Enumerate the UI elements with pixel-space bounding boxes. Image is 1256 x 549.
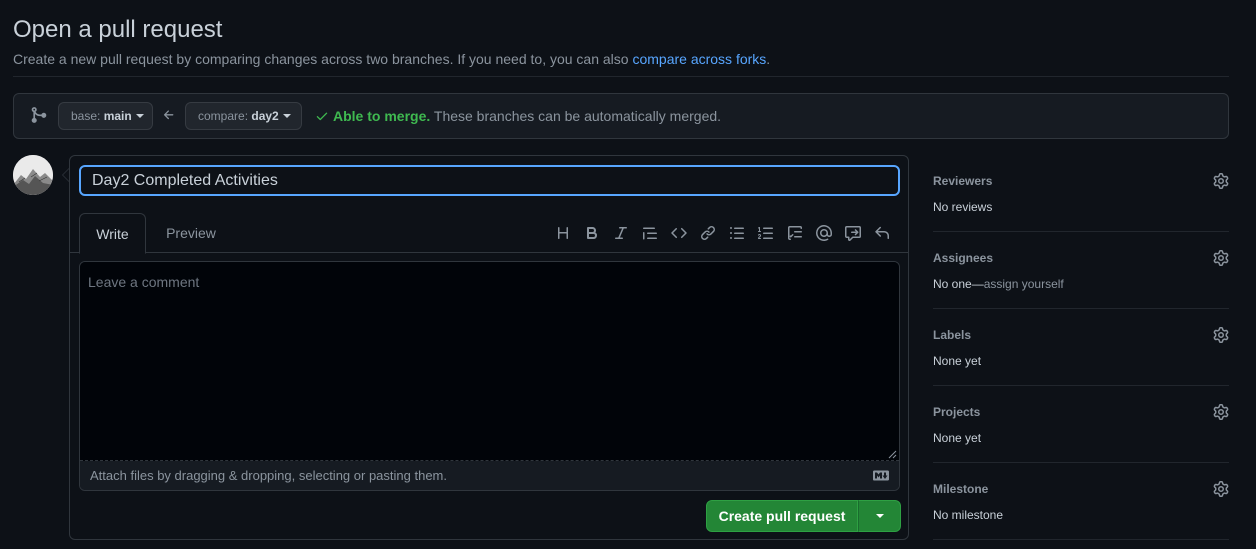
- merge-status: Able to merge. These branches can be aut…: [315, 108, 721, 124]
- assign-yourself-link[interactable]: assign yourself: [984, 277, 1064, 291]
- gear-icon[interactable]: [1213, 250, 1229, 266]
- submit-group: Create pull request: [706, 500, 901, 532]
- sidebar-value: None yet: [933, 354, 981, 368]
- sidebar-value: None yet: [933, 431, 981, 445]
- comment-pointer-inner: [63, 169, 69, 181]
- value-text: No milestone: [933, 508, 1004, 522]
- ordered-list-icon[interactable]: [751, 224, 780, 242]
- gear-icon[interactable]: [1213, 404, 1229, 420]
- page-subtitle: Create a new pull request by comparing c…: [13, 51, 770, 67]
- comment-form: Write Preview Attach files by dragging &…: [69, 155, 909, 540]
- sidebar-heading: Labels: [933, 328, 972, 342]
- pr-sidebar: Reviewers No reviews Assignees No one—as…: [933, 155, 1229, 540]
- editor-tabs: Write Preview: [70, 213, 908, 254]
- value-text: None yet: [933, 354, 982, 368]
- compare-across-forks-link[interactable]: compare across forks: [632, 51, 766, 67]
- heading-icon[interactable]: [548, 224, 577, 242]
- sidebar-projects: Projects None yet: [933, 386, 1229, 463]
- gear-icon[interactable]: [1213, 327, 1229, 343]
- compare-prefix: compare:: [198, 109, 252, 123]
- sidebar-value: No reviews: [933, 200, 992, 214]
- gear-icon[interactable]: [1213, 173, 1229, 189]
- header-divider: [13, 76, 1229, 77]
- arrow-left-icon: [163, 110, 174, 120]
- caret-down-icon: [135, 113, 144, 118]
- git-compare-icon: [31, 107, 47, 123]
- page-title: Open a pull request: [13, 16, 223, 43]
- sidebar-value: No one—assign yourself: [933, 277, 1064, 291]
- quote-icon[interactable]: [635, 224, 664, 242]
- tab-write[interactable]: Write: [79, 213, 146, 254]
- sidebar-heading: Reviewers: [933, 174, 993, 188]
- avatar-image-icon: [13, 155, 53, 195]
- reply-icon[interactable]: [867, 224, 896, 242]
- markdown-toolbar: [548, 224, 896, 242]
- base-prefix: base:: [71, 109, 104, 123]
- caret-down-icon: [282, 113, 291, 118]
- sidebar-heading: Milestone: [933, 482, 989, 496]
- sidebar-heading: Assignees: [933, 251, 994, 265]
- resize-grip-icon[interactable]: [888, 450, 897, 459]
- branch-compare-bar: base: main compare: day2 Able to merge. …: [13, 93, 1229, 139]
- task-list-icon[interactable]: [780, 224, 809, 242]
- bold-icon[interactable]: [577, 224, 606, 242]
- sidebar-assignees: Assignees No one—assign yourself: [933, 232, 1229, 309]
- value-text: No one—: [933, 277, 984, 291]
- create-pull-request-button[interactable]: Create pull request: [706, 500, 858, 532]
- submit-options-button[interactable]: [858, 500, 901, 532]
- sidebar-heading: Projects: [933, 405, 981, 419]
- subtitle-text: Create a new pull request by comparing c…: [13, 51, 633, 67]
- code-icon[interactable]: [664, 224, 693, 242]
- base-branch-select[interactable]: base: main: [58, 102, 153, 130]
- link-icon[interactable]: [693, 224, 722, 242]
- value-text: No reviews: [933, 200, 993, 214]
- sidebar-labels: Labels None yet: [933, 309, 1229, 386]
- compare-branch-select[interactable]: compare: day2: [185, 102, 302, 130]
- comment-editor: Attach files by dragging & dropping, sel…: [79, 261, 900, 491]
- sidebar-reviewers: Reviewers No reviews: [933, 155, 1229, 232]
- attach-files-bar[interactable]: Attach files by dragging & dropping, sel…: [80, 461, 899, 490]
- gear-icon[interactable]: [1213, 481, 1229, 497]
- merge-ok-label: Able to merge.: [333, 108, 431, 124]
- sidebar-milestone: Milestone No milestone: [933, 463, 1229, 540]
- comment-textarea[interactable]: [80, 262, 899, 461]
- check-icon: [316, 112, 328, 121]
- value-text: None yet: [933, 431, 982, 445]
- subtitle-end: .: [766, 51, 771, 67]
- compare-branch-name: day2: [251, 109, 279, 123]
- tab-preview[interactable]: Preview: [154, 213, 228, 253]
- mention-icon[interactable]: [809, 224, 838, 242]
- markdown-icon[interactable]: [873, 470, 889, 481]
- avatar[interactable]: [13, 155, 53, 195]
- attach-files-text: Attach files by dragging & dropping, sel…: [90, 468, 447, 483]
- merge-description: These branches can be automatically merg…: [430, 108, 722, 124]
- italic-icon[interactable]: [606, 224, 635, 242]
- reference-icon[interactable]: [838, 224, 867, 242]
- unordered-list-icon[interactable]: [722, 224, 751, 242]
- caret-down-icon: [875, 514, 884, 518]
- pr-title-input[interactable]: [79, 165, 900, 196]
- base-branch-name: main: [103, 109, 132, 123]
- sidebar-value: No milestone: [933, 508, 1003, 522]
